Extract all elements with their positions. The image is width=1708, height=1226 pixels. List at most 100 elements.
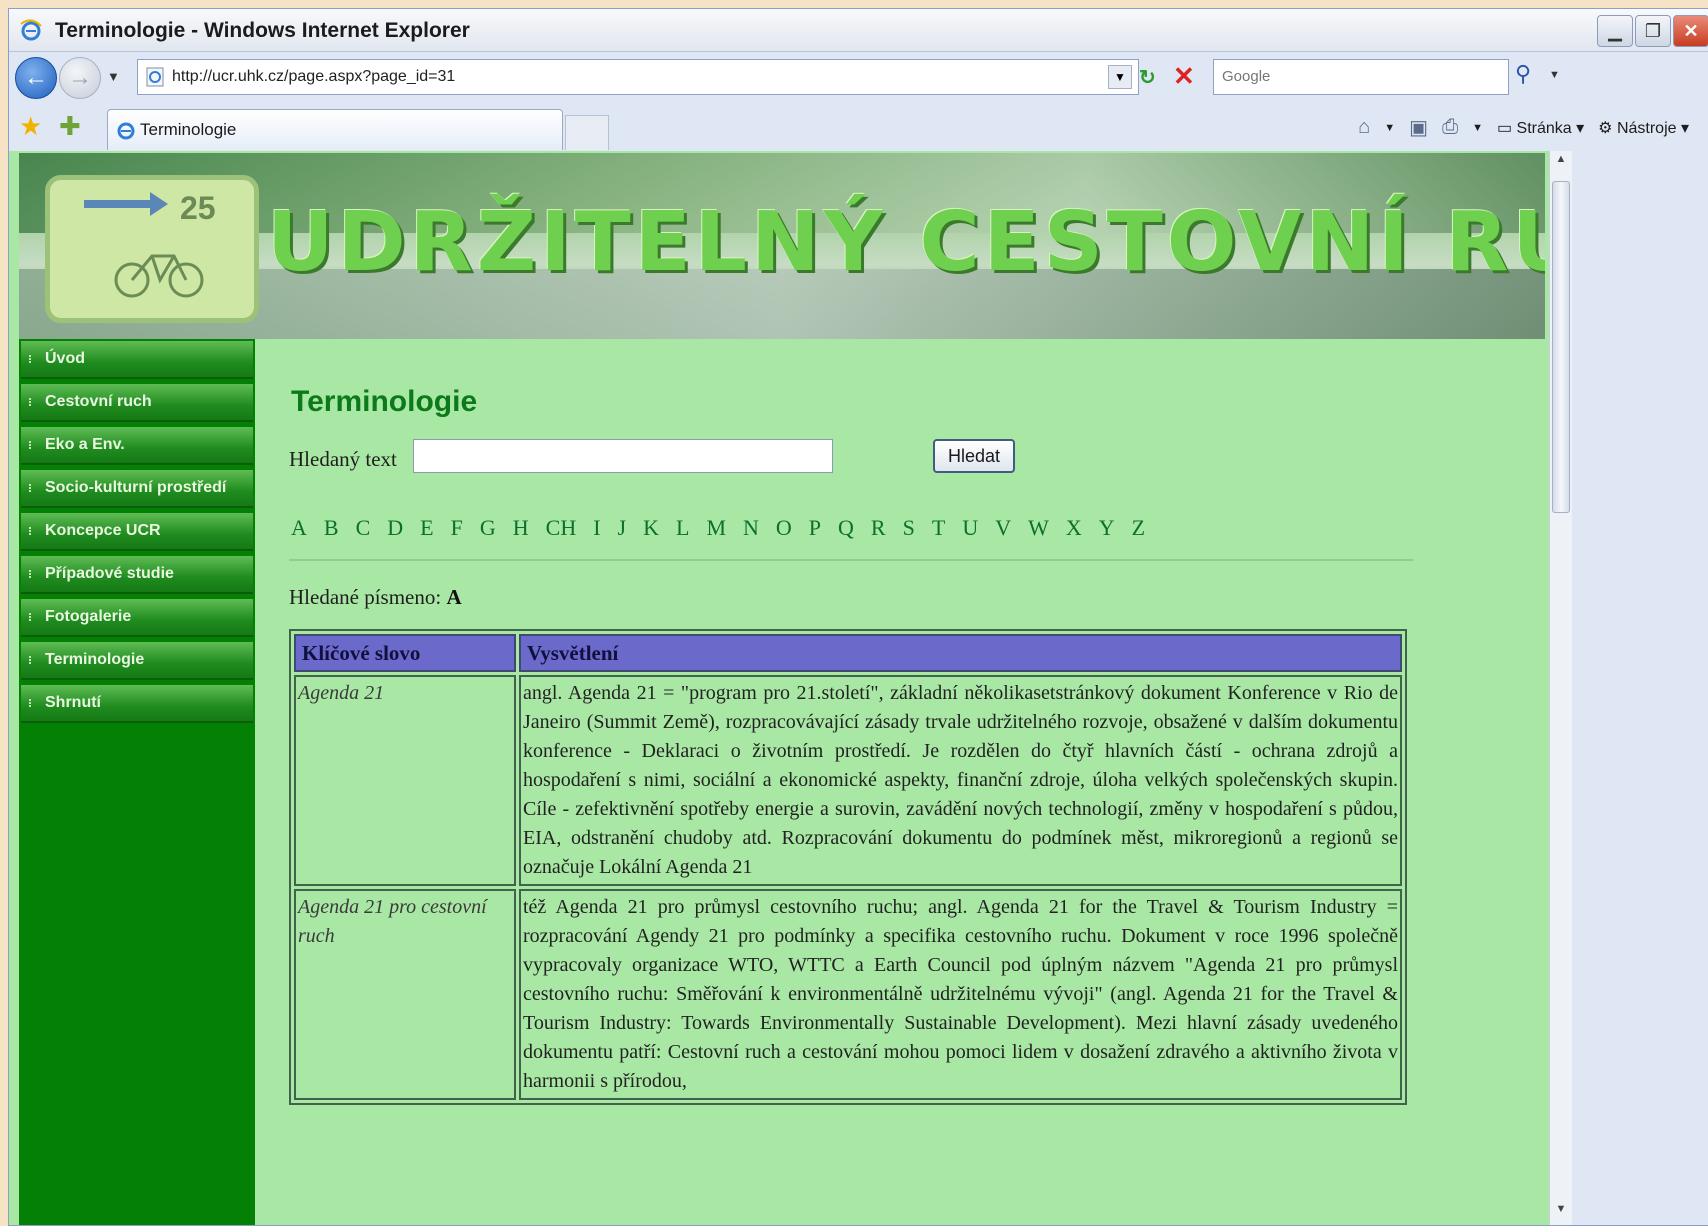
letter-link[interactable]: CH	[546, 515, 577, 541]
print-icon[interactable]: ⎙	[1442, 116, 1458, 139]
letter-link[interactable]: R	[871, 515, 886, 541]
letter-link[interactable]: V	[995, 515, 1011, 541]
column-header-keyword: Klíčové slovo	[294, 634, 516, 672]
search-engine-input[interactable]	[1214, 60, 1504, 92]
table-row: Agenda 21 pro cestovní ruch též Agenda 2…	[294, 889, 1402, 1100]
tab-terminologie[interactable]: Terminologie	[107, 109, 563, 150]
sidebar-item-label: Socio-kulturní prostředí	[45, 479, 227, 496]
scroll-thumb[interactable]	[1552, 181, 1570, 513]
letter-link[interactable]: N	[743, 515, 759, 541]
explanation-cell: angl. Agenda 21 = "program pro 21.stolet…	[519, 675, 1402, 886]
feeds-icon[interactable]: ▣	[1409, 115, 1428, 140]
letter-link[interactable]: I	[593, 515, 600, 541]
arrow-icon	[84, 200, 154, 208]
tab-ie-icon	[117, 122, 135, 140]
search-button[interactable]: Hledat	[933, 439, 1015, 473]
forward-button[interactable]: →	[59, 57, 101, 99]
route-number: 25	[180, 190, 216, 226]
banner-headline: UDRŽITELNÝ CESTOVNÍ RUCH	[267, 195, 1545, 290]
scroll-down-icon[interactable]: ▼	[1553, 1203, 1569, 1221]
sidebar-item-shrnuti[interactable]: Shrnutí	[21, 685, 253, 723]
vertical-scrollbar[interactable]: ▲ ▼	[1549, 151, 1572, 1225]
add-favorite-icon[interactable]: ✚	[59, 111, 81, 142]
sidebar-item-label: Shrnutí	[45, 694, 101, 711]
command-bar: ⌂ ▼ ▣ ⎙ ▼ ▭ Stránka ▾ ⚙ Nástroje ▾	[1358, 115, 1689, 140]
sidebar-item-uvod[interactable]: Úvod	[21, 341, 253, 379]
letter-link[interactable]: X	[1066, 515, 1082, 541]
page-title: Terminologie	[291, 385, 478, 418]
sidebar-item-label: Fotogalerie	[45, 608, 132, 625]
page-icon	[146, 67, 164, 87]
search-box[interactable]	[1213, 59, 1509, 95]
tab-label: Terminologie	[140, 120, 237, 139]
search-input[interactable]	[413, 439, 833, 473]
sidebar-item-label: Koncepce UCR	[45, 522, 161, 539]
sidebar-item-pripadove-studie[interactable]: Případové studie	[21, 556, 253, 594]
letter-link[interactable]: T	[932, 515, 945, 541]
sidebar-item-label: Cestovní ruch	[45, 393, 152, 410]
sidebar-item-label: Terminologie	[45, 651, 145, 668]
letter-link[interactable]: Y	[1099, 515, 1115, 541]
letter-link[interactable]: A	[291, 515, 307, 541]
letter-link[interactable]: O	[776, 515, 792, 541]
restore-button[interactable]: ❐	[1635, 15, 1671, 47]
sidebar-item-terminologie[interactable]: Terminologie	[21, 642, 253, 680]
letter-link[interactable]: W	[1028, 515, 1049, 541]
sidebar-item-label: Případové studie	[45, 565, 174, 582]
letter-link[interactable]: C	[356, 515, 371, 541]
table-row: Agenda 21 angl. Agenda 21 = "program pro…	[294, 675, 1402, 886]
back-button[interactable]: ←	[15, 57, 57, 99]
browser-window: Terminologie - Windows Internet Explorer…	[8, 8, 1708, 1226]
letter-link[interactable]: D	[387, 515, 403, 541]
favorites-star-icon[interactable]: ★	[19, 111, 42, 142]
letter-link[interactable]: H	[513, 515, 529, 541]
address-bar[interactable]: http://ucr.uhk.cz/page.aspx?page_id=31 ▼	[137, 59, 1139, 95]
explanation-cell: též Agenda 21 pro průmysl cestovního ruc…	[519, 889, 1402, 1100]
letter-link[interactable]: P	[809, 515, 821, 541]
bicycle-icon	[114, 254, 204, 298]
close-button[interactable]: ✕	[1673, 15, 1708, 47]
alphabet-index: A B C D E F G H CH I J K L M N O P Q R S	[291, 515, 1162, 541]
keyword-cell: Agenda 21 pro cestovní ruch	[294, 889, 516, 1100]
sidebar-item-label: Úvod	[45, 350, 85, 367]
sidebar-item-fotogalerie[interactable]: Fotogalerie	[21, 599, 253, 637]
minimize-button[interactable]: ▁	[1597, 15, 1633, 47]
letter-link[interactable]: S	[903, 515, 915, 541]
home-icon[interactable]: ⌂	[1358, 116, 1370, 139]
sidebar-item-eko-env[interactable]: Eko a Env.	[21, 427, 253, 465]
letter-link[interactable]: Z	[1132, 515, 1145, 541]
scroll-up-icon[interactable]: ▲	[1553, 153, 1569, 171]
sidebar-item-cestovni-ruch[interactable]: Cestovní ruch	[21, 384, 253, 422]
chosen-letter: A	[446, 585, 462, 609]
sidebar-item-koncepce-ucr[interactable]: Koncepce UCR	[21, 513, 253, 551]
window-title: Terminologie - Windows Internet Explorer	[55, 19, 470, 42]
letter-link[interactable]: B	[324, 515, 339, 541]
page-menu[interactable]: ▭ Stránka ▾	[1497, 118, 1584, 138]
sidebar: Úvod Cestovní ruch Eko a Env. Socio-kult…	[19, 339, 255, 1225]
sidebar-item-socio-kulturni[interactable]: Socio-kulturní prostředí	[21, 470, 253, 508]
stop-icon[interactable]: ✕	[1173, 61, 1195, 92]
search-dropdown-icon[interactable]: ▼	[1549, 69, 1560, 81]
letter-link[interactable]: M	[706, 515, 726, 541]
letter-link[interactable]: L	[676, 515, 689, 541]
letter-link[interactable]: K	[643, 515, 659, 541]
letter-link[interactable]: E	[420, 515, 433, 541]
refresh-icon[interactable]: ↻	[1139, 65, 1167, 89]
address-row: ← → ▼ http://ucr.uhk.cz/page.aspx?page_i…	[9, 53, 1708, 103]
terminology-table: Klíčové slovo Vysvětlení Agenda 21 angl.…	[289, 629, 1407, 1105]
tools-menu[interactable]: ⚙ Nástroje ▾	[1598, 118, 1689, 138]
history-dropdown-icon[interactable]: ▼	[107, 69, 120, 84]
search-icon[interactable]: ⚲	[1515, 61, 1545, 91]
page-icon-small: ▭	[1496, 119, 1517, 137]
letter-link[interactable]: J	[618, 515, 627, 541]
site-banner: 25 UDRŽITELNÝ CESTOVNÍ RUCH	[19, 153, 1545, 339]
letter-link[interactable]: Q	[838, 515, 854, 541]
letter-link[interactable]: G	[480, 515, 496, 541]
cycle-route-sign: 25	[45, 175, 259, 323]
letter-link[interactable]: F	[451, 515, 463, 541]
new-tab-button[interactable]	[565, 115, 609, 150]
letter-link[interactable]: U	[962, 515, 978, 541]
tools-menu-label: Nástroje	[1616, 119, 1677, 137]
search-label: Hledaný text	[289, 447, 397, 471]
address-dropdown-icon[interactable]: ▼	[1108, 65, 1132, 89]
